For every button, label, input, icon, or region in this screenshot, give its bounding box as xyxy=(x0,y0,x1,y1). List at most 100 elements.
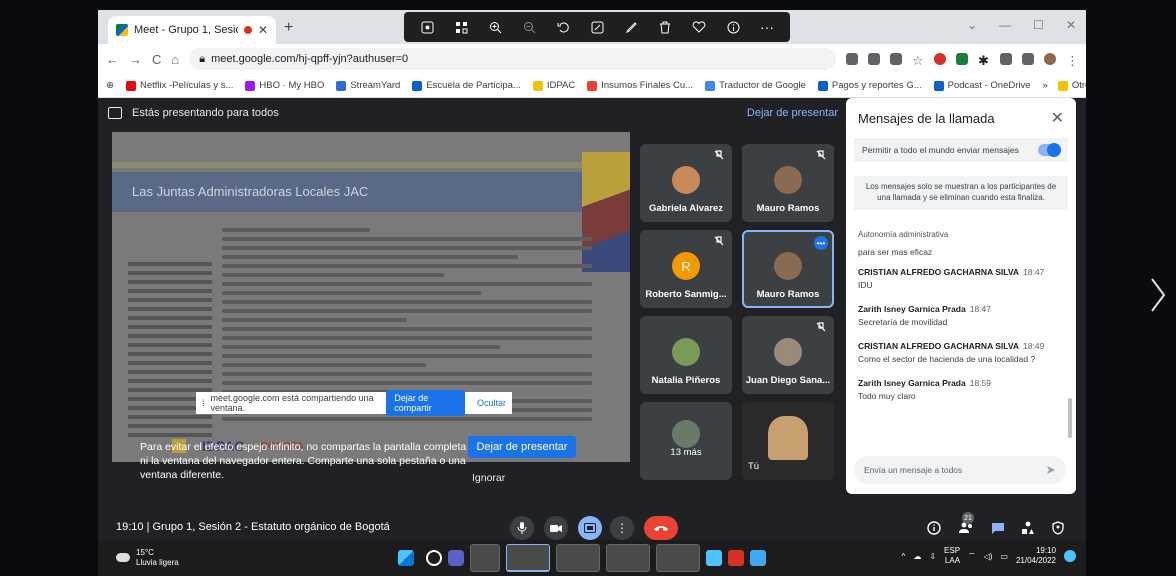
close-tab-icon[interactable]: ✕ xyxy=(258,23,268,37)
taskbar-thumb[interactable] xyxy=(606,544,650,572)
taskbar-thumb-active[interactable] xyxy=(506,544,550,572)
leave-call-button[interactable] xyxy=(644,516,678,540)
mic-button[interactable] xyxy=(510,516,534,540)
search-icon[interactable] xyxy=(426,550,442,566)
teams-icon[interactable] xyxy=(448,550,464,566)
host-controls-icon[interactable] xyxy=(1050,520,1066,536)
app-icon[interactable] xyxy=(728,550,744,566)
profile-avatar[interactable] xyxy=(1044,53,1056,65)
delete-icon[interactable] xyxy=(657,19,673,35)
bookmark-insumos[interactable]: Insumos Finales Cu... xyxy=(587,80,693,91)
taskbar-thumb[interactable] xyxy=(470,544,500,572)
camera-ext-icon[interactable] xyxy=(846,53,858,65)
participant-tile[interactable]: Natalia Piñeros xyxy=(640,316,732,394)
back-icon[interactable]: ← xyxy=(106,52,119,67)
send-icon[interactable] xyxy=(1046,465,1056,475)
new-tab-button[interactable]: + xyxy=(284,19,293,37)
self-video-tile[interactable]: Tú xyxy=(742,402,834,480)
menu-icon[interactable]: ⋮ xyxy=(1066,53,1079,68)
volume-icon[interactable]: ◁) xyxy=(984,552,993,561)
check-ext-icon[interactable] xyxy=(956,53,968,65)
meeting-details-icon[interactable] xyxy=(926,520,942,536)
taskbar-thumb[interactable] xyxy=(656,544,700,572)
participant-tile[interactable]: Gabriela Alvarez xyxy=(640,144,732,222)
participant-tile[interactable]: Mauro Ramos xyxy=(742,144,834,222)
rotate-icon[interactable] xyxy=(555,19,571,35)
bookmark-escuela[interactable]: Escuela de Participa... xyxy=(412,80,521,91)
other-bookmarks[interactable]: Otros marcadores xyxy=(1057,80,1086,91)
hide-button[interactable]: Ocultar xyxy=(477,398,506,408)
bookmark-streamyard[interactable]: StreamYard xyxy=(336,80,400,91)
minimize-icon[interactable]: — xyxy=(999,18,1011,32)
sidepanel-icon[interactable] xyxy=(1022,53,1034,65)
activities-icon[interactable] xyxy=(1020,520,1036,536)
info-icon[interactable] xyxy=(725,19,741,35)
zoom-out-icon[interactable] xyxy=(521,19,537,35)
language-indicator[interactable]: ESP LAA xyxy=(944,546,960,566)
stop-sharing-button[interactable]: Dejar de compartir xyxy=(386,390,465,416)
bookmark-pagos[interactable]: Pagos y reportes G... xyxy=(817,80,922,91)
more-options-icon[interactable]: ••• xyxy=(814,236,828,250)
app-icon[interactable] xyxy=(750,550,766,566)
windows-start-icon[interactable] xyxy=(398,550,414,566)
wifi-icon[interactable]: ⌔ xyxy=(968,551,976,561)
weather-widget[interactable]: 15°C Lluvia ligera xyxy=(116,548,179,567)
more-options-button[interactable]: ⋮ xyxy=(610,516,634,540)
participant-tile[interactable]: R Roberto Sanmig... xyxy=(640,230,732,308)
puzzle-icon[interactable]: ✱ xyxy=(978,53,990,68)
zoom-in-icon[interactable] xyxy=(487,19,503,35)
participant-tile[interactable]: Juan Diego Sana... xyxy=(742,316,834,394)
translate-icon[interactable] xyxy=(868,53,880,65)
chat-icon[interactable] xyxy=(990,520,1006,536)
chevron-down-icon[interactable]: ⌄ xyxy=(967,18,977,32)
more-horiz-icon[interactable]: ··· xyxy=(759,19,775,35)
bookmark-podcast[interactable]: Podcast - OneDrive xyxy=(933,80,1031,91)
taskbar-thumb[interactable] xyxy=(556,544,600,572)
bookmark-netflix[interactable]: Netflix -Películas y s... xyxy=(125,80,233,91)
notifications-icon[interactable] xyxy=(1064,550,1076,562)
forward-icon[interactable]: → xyxy=(129,52,142,67)
next-image-button[interactable] xyxy=(1146,270,1170,320)
favorite-icon[interactable] xyxy=(691,19,707,35)
draw-icon[interactable] xyxy=(623,19,639,35)
ignore-button[interactable]: Ignorar xyxy=(472,472,505,484)
chat-scrollbar[interactable] xyxy=(1068,398,1072,438)
close-chat-icon[interactable]: ✕ xyxy=(1051,108,1064,128)
clock[interactable]: 19:10 21/04/2022 xyxy=(1016,546,1056,566)
people-icon[interactable]: 21 xyxy=(958,512,974,536)
maximize-icon[interactable]: ☐ xyxy=(1033,18,1044,32)
battery-icon[interactable]: ▭ xyxy=(1000,552,1008,561)
permission-toggle[interactable] xyxy=(1038,143,1061,157)
close-window-icon[interactable]: ✕ xyxy=(1066,18,1076,32)
reload-icon[interactable]: C xyxy=(152,52,161,67)
more-participants-tile[interactable]: 13 más xyxy=(640,402,732,480)
list-icon[interactable] xyxy=(1000,53,1012,65)
home-icon[interactable]: ⌂ xyxy=(171,52,179,67)
share-icon[interactable] xyxy=(890,53,902,65)
bookmark-hbo[interactable]: HBO · My HBO xyxy=(245,80,324,91)
chevron-up-icon[interactable]: ^ xyxy=(902,552,906,561)
drag-handle-icon[interactable]: ⁞ xyxy=(202,398,205,408)
present-button[interactable] xyxy=(578,516,602,540)
bookmark-idpac[interactable]: IDPAC xyxy=(532,80,575,91)
url-field[interactable]: 🔒︎ meet.google.com/hj-qpff-yjn?authuser=… xyxy=(189,48,836,70)
apps-icon[interactable]: ⊕ xyxy=(106,80,114,91)
edit-image-icon[interactable] xyxy=(589,19,605,35)
opera-ext-icon[interactable] xyxy=(934,53,946,65)
tray-app-icon[interactable]: ☁ xyxy=(913,552,921,561)
stop-presenting-link[interactable]: Dejar de presentar xyxy=(747,107,838,119)
permission-label: Permitir a todo el mundo enviar mensajes xyxy=(862,145,1019,155)
avatar xyxy=(672,420,700,448)
camera-button[interactable] xyxy=(544,516,568,540)
usb-icon[interactable]: ⇩ xyxy=(929,552,936,561)
bookmarks-more[interactable]: » xyxy=(1043,80,1048,91)
chat-input[interactable]: Envía un mensaje a todos xyxy=(854,456,1066,484)
bookmark-traductor[interactable]: Traductor de Google xyxy=(705,80,806,91)
screen-capture-icon[interactable] xyxy=(419,19,435,35)
browser-tab[interactable]: Meet - Grupo 1, Sesión 2 - I ✕ xyxy=(108,16,276,44)
stop-presenting-button[interactable]: Dejar de presentar xyxy=(468,436,576,458)
app-icon[interactable] xyxy=(706,550,722,566)
star-icon[interactable]: ☆ xyxy=(912,53,924,68)
participant-tile-selected[interactable]: ••• Mauro Ramos xyxy=(742,230,834,308)
grid-icon[interactable] xyxy=(453,19,469,35)
